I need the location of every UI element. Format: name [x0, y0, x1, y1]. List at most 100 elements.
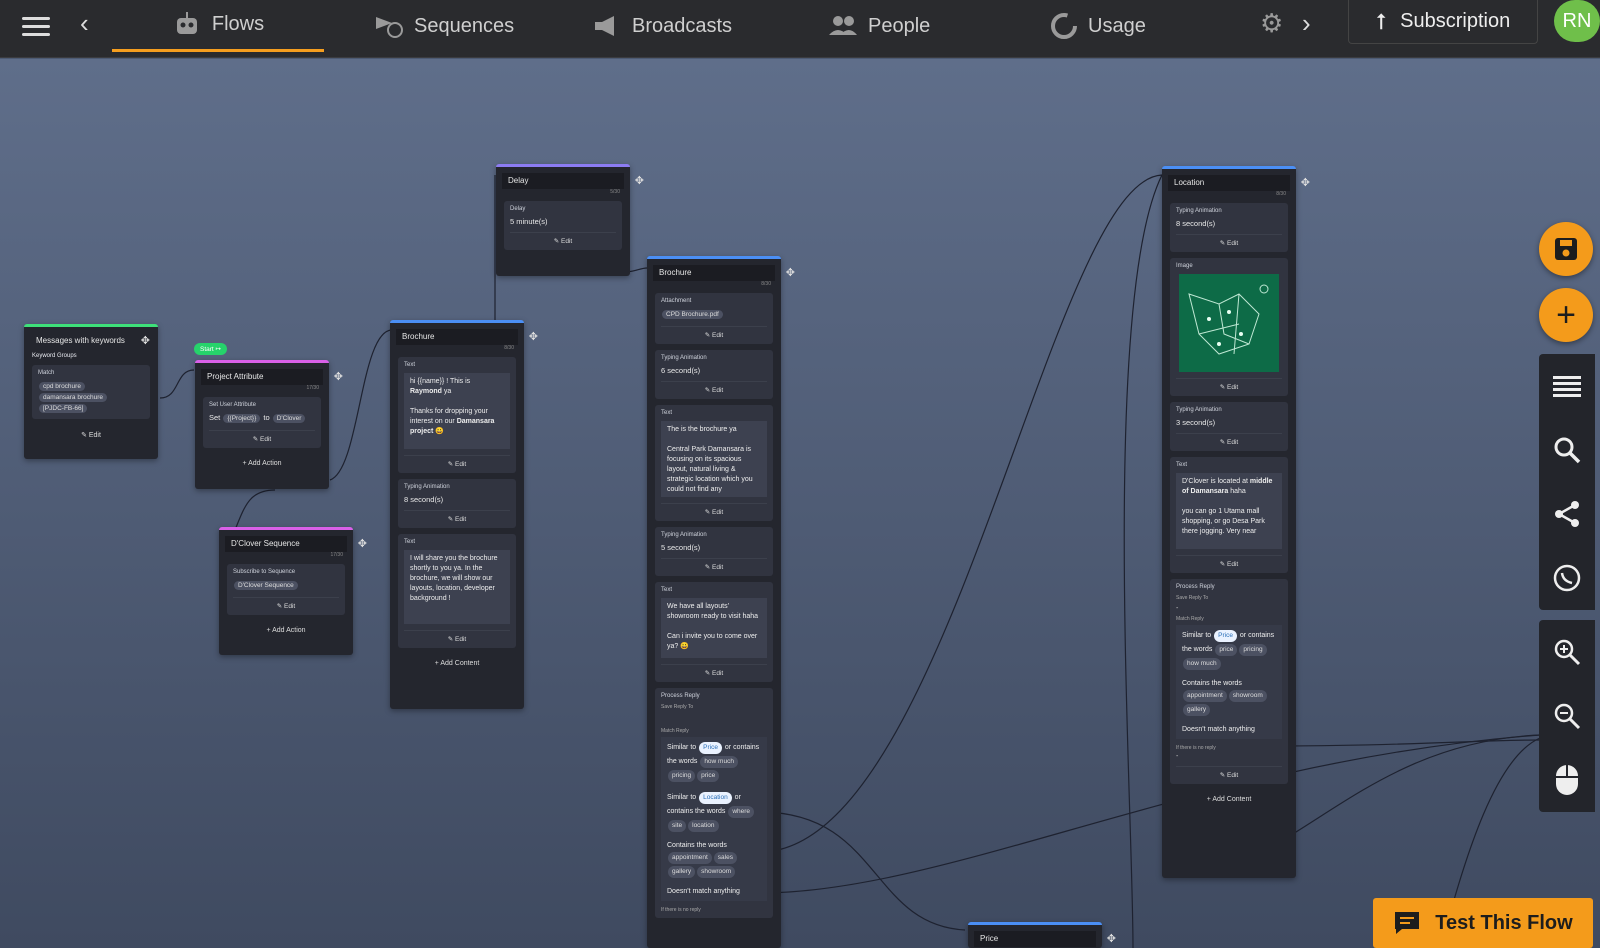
edit-button[interactable]: ✎ Edit — [404, 455, 510, 468]
typing-animation-block[interactable]: Typing Animation 6 second(s) ✎ Edit — [655, 350, 773, 399]
message-node-brochure[interactable]: Brochure ✥ 8/30 Text hi {{name}} ! This i… — [390, 320, 538, 709]
move-icon[interactable]: ✥ — [358, 537, 367, 550]
edit-button[interactable]: ✎ Edit — [1176, 433, 1282, 446]
text-label: Text — [1176, 462, 1188, 468]
move-icon[interactable]: ✥ — [1107, 932, 1116, 945]
node-title: Project Attribute ✥ — [201, 369, 343, 385]
edit-button[interactable]: ✎ Edit — [661, 664, 767, 677]
process-reply-block[interactable]: Process Reply Save Reply To Match Reply … — [655, 688, 773, 918]
match-rule-nomatch[interactable]: Doesn't match anything — [1176, 721, 1282, 739]
add-action-button[interactable]: + Add Action — [219, 621, 353, 640]
test-flow-label: Test This Flow — [1435, 911, 1573, 934]
zoom-in-icon[interactable] — [1539, 620, 1595, 684]
edit-button[interactable]: ✎ Edit — [1176, 234, 1282, 247]
text-block[interactable]: Text D'Clover is located at middle of Da… — [1170, 457, 1288, 573]
edit-button[interactable]: ✎ Edit — [24, 425, 158, 445]
tab-flows[interactable]: Flows — [112, 0, 324, 52]
typing-animation-block[interactable]: Typing Animation 3 second(s) ✎ Edit — [1170, 402, 1288, 451]
typing-animation-block[interactable]: Typing Animation 8 second(s) ✎ Edit — [398, 479, 516, 528]
move-icon[interactable]: ✥ — [529, 330, 538, 343]
zoom-out-icon[interactable] — [1539, 684, 1595, 748]
action-node-project-attribute[interactable]: Project Attribute ✥ 17/30 Set User Attrib… — [195, 360, 343, 489]
edit-button[interactable]: ✎ Edit — [661, 503, 767, 516]
action-node-dclover-sequence[interactable]: D'Clover Sequence ✥ 17/30 Subscribe to Se… — [219, 527, 367, 655]
edit-button[interactable]: ✎ Edit — [1176, 378, 1282, 391]
no-reply-label: If there is no reply — [661, 907, 701, 913]
delay-block[interactable]: Delay 5 minute(s) ✎ Edit — [504, 201, 622, 250]
tab-sequences[interactable]: Sequences — [374, 0, 514, 52]
add-content-button[interactable]: + Add Content — [1162, 790, 1296, 809]
edit-button[interactable]: ✎ Edit — [209, 430, 315, 443]
text-block[interactable]: Text The is the brochure ya Central Park … — [655, 405, 773, 521]
trigger-node-keywords[interactable]: Messages with keywords ✥ Keyword Groups M… — [24, 324, 158, 459]
right-toolbar — [1539, 354, 1595, 610]
match-rule-price[interactable]: Similar to Price or contains the words h… — [661, 737, 767, 787]
typing-animation-block[interactable]: Typing Animation 5 second(s) ✎ Edit — [655, 527, 773, 576]
keyword-match-block[interactable]: Match cpd brochure damansara brochure [P… — [32, 365, 150, 419]
match-reply-label: Match Reply — [661, 728, 689, 734]
search-icon[interactable] — [1539, 418, 1595, 482]
tab-usage-label: Usage — [1088, 14, 1146, 37]
attribute-chip: {{Project}} — [223, 414, 261, 423]
edit-button[interactable]: ✎ Edit — [661, 381, 767, 394]
list-icon[interactable] — [1539, 354, 1595, 418]
set-attribute-block[interactable]: Set User Attribute Set {{Project}} to D'… — [203, 397, 321, 448]
add-node-button[interactable]: + — [1539, 288, 1593, 342]
text-block[interactable]: Text We have all layouts' showroom ready… — [655, 582, 773, 682]
subscription-label: Subscription — [1400, 10, 1511, 32]
add-content-button[interactable]: + Add Content — [390, 654, 524, 673]
edit-button[interactable]: ✎ Edit — [661, 558, 767, 571]
match-rule-price[interactable]: Similar to Price or contains the words p… — [1176, 625, 1282, 675]
avatar[interactable]: RN — [1554, 0, 1600, 42]
flow-canvas[interactable] — [0, 59, 1600, 948]
share-icon[interactable] — [1539, 482, 1595, 546]
add-action-button[interactable]: + Add Action — [195, 454, 329, 473]
gear-icon[interactable]: ⚙ — [1260, 8, 1283, 39]
attachment-block[interactable]: Attachment CPD Brochure.pdf ✎ Edit — [655, 293, 773, 344]
edit-button[interactable]: ✎ Edit — [510, 232, 616, 245]
edit-button[interactable]: ✎ Edit — [404, 510, 510, 523]
text-block[interactable]: Text hi {{name}} ! This is Raymond ya Th… — [398, 357, 516, 473]
save-reply-label: Save Reply To — [661, 704, 694, 710]
delay-node[interactable]: Delay ✥ 5/30 Delay 5 minute(s) ✎ Edit — [496, 164, 644, 276]
message-node-location[interactable]: Location ✥ 8/30 Typing Animation 8 second… — [1162, 166, 1310, 878]
start-badge: Start ↦ — [194, 343, 227, 355]
process-reply-block[interactable]: Process Reply Save Reply To - Match Repl… — [1170, 579, 1288, 784]
chevron-right-icon[interactable]: › — [1302, 10, 1311, 36]
tab-usage[interactable]: Usage — [1050, 0, 1146, 52]
text-block[interactable]: Text I will share you the brochure short… — [398, 534, 516, 648]
match-rule-contains[interactable]: Contains the words appointment salesgalle… — [661, 837, 767, 883]
tab-people[interactable]: People — [828, 0, 930, 52]
subscribe-sequence-block[interactable]: Subscribe to Sequence D'Clover Sequence … — [227, 564, 345, 615]
move-icon[interactable]: ✥ — [334, 370, 343, 383]
tab-broadcasts[interactable]: Broadcasts — [592, 0, 732, 52]
edit-button[interactable]: ✎ Edit — [1176, 555, 1282, 568]
node-title: Brochure ✥ — [396, 329, 538, 345]
match-rule-nomatch[interactable]: Doesn't match anything — [661, 883, 767, 901]
chevron-left-icon[interactable]: ‹ — [80, 10, 89, 36]
subscription-button[interactable]: ⭡ Subscription — [1348, 0, 1538, 44]
mouse-icon[interactable] — [1539, 748, 1595, 812]
test-flow-button[interactable]: Test This Flow — [1373, 898, 1593, 948]
message-node-price[interactable]: Price ✥ — [968, 922, 1116, 948]
message-node-brochure-2[interactable]: Brochure ✥ 8/30 Attachment CPD Brochure.p… — [647, 256, 795, 948]
match-rule-location[interactable]: Similar to Location or contains the word… — [661, 787, 767, 837]
typing-animation-block[interactable]: Typing Animation 8 second(s) ✎ Edit — [1170, 203, 1288, 252]
edit-button[interactable]: ✎ Edit — [661, 326, 767, 339]
move-icon[interactable]: ✥ — [635, 174, 644, 187]
keyword-chip: damansara brochure — [39, 393, 107, 402]
whatsapp-icon[interactable] — [1539, 546, 1595, 610]
image-block[interactable]: Image ✎ Edit — [1170, 258, 1288, 396]
location-map-image — [1179, 274, 1279, 372]
match-rule-contains[interactable]: Contains the words appointment showroomga… — [1176, 675, 1282, 721]
edit-button[interactable]: ✎ Edit — [404, 630, 510, 643]
edit-button[interactable]: ✎ Edit — [1176, 766, 1282, 779]
save-button[interactable] — [1539, 222, 1593, 276]
move-icon[interactable]: ✥ — [141, 334, 150, 347]
move-icon[interactable]: ✥ — [786, 266, 795, 279]
move-icon[interactable]: ✥ — [1301, 176, 1310, 189]
to-text: to — [263, 413, 270, 422]
edit-button[interactable]: ✎ Edit — [233, 597, 339, 610]
hamburger-menu-icon[interactable] — [22, 12, 50, 40]
message-text: The is the brochure ya Central Park Daman… — [661, 421, 767, 497]
